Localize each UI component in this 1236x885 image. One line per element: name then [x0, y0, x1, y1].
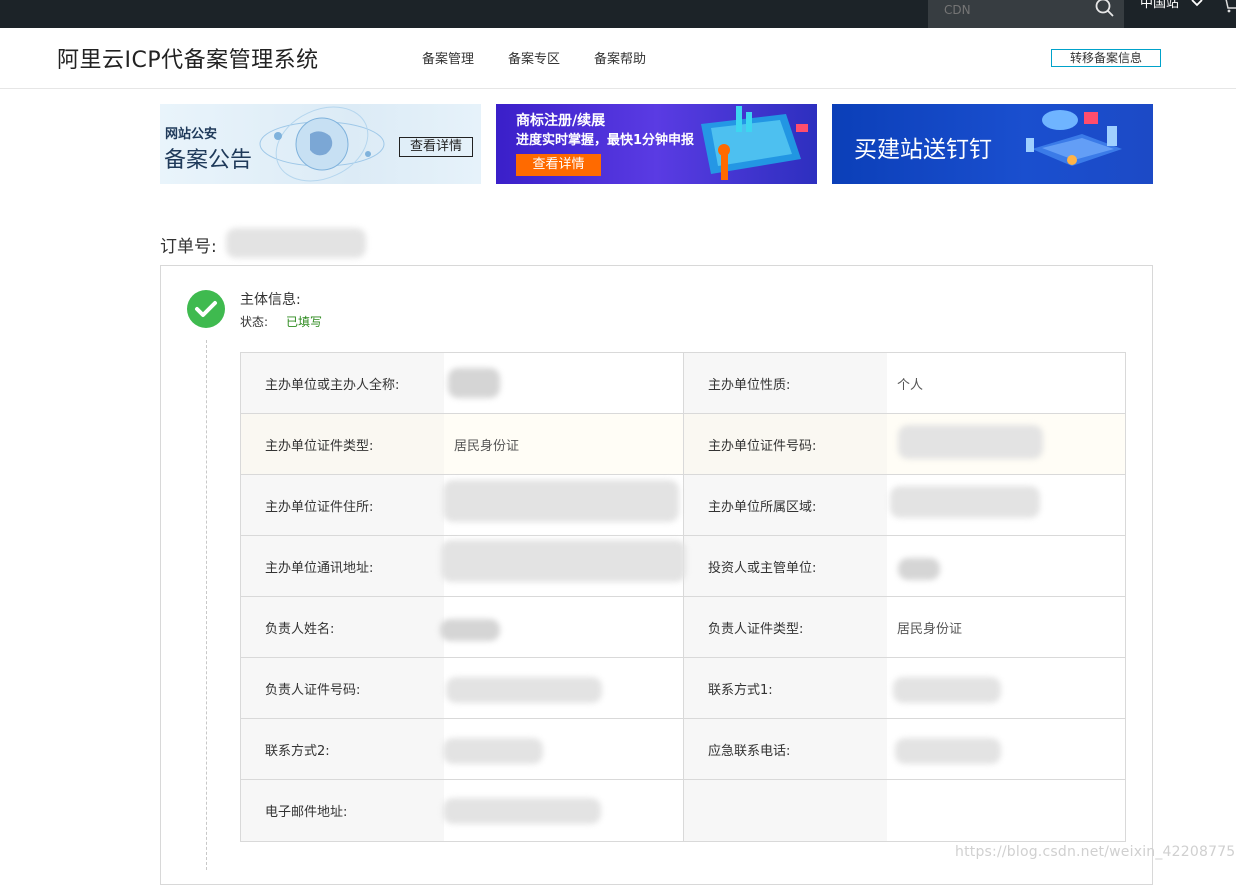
banner-announcement-button[interactable]: 查看详情 — [399, 137, 473, 157]
section-title: 主体信息: — [240, 292, 301, 308]
redacted-order-number — [226, 228, 366, 258]
watermark: https://blog.csdn.net/weixin_42208775 — [955, 844, 1236, 860]
banner-trademark-title: 商标注册/续展 — [516, 113, 606, 129]
cart-icon[interactable] — [1222, 0, 1236, 13]
field-label: 主办单位所属区域: — [684, 475, 887, 535]
status-label: 状态: — [240, 315, 269, 329]
banner-trademark-subtitle: 进度实时掌握，最快1分钟申报 — [516, 133, 695, 148]
order-number-label: 订单号: — [160, 237, 217, 257]
field-label: 应急联系电话: — [684, 719, 887, 779]
redacted-value — [441, 540, 686, 582]
field-label: 主办单位通讯地址: — [241, 536, 444, 596]
nav-record-help[interactable]: 备案帮助 — [594, 48, 646, 67]
field-label: 主办单位证件住所: — [241, 475, 444, 535]
field-value: 个人 — [887, 353, 1125, 413]
redacted-value — [893, 677, 1001, 703]
redacted-value — [443, 738, 543, 764]
field-value: 居民身份证 — [887, 597, 1125, 657]
banner-trademark[interactable]: 商标注册/续展 进度实时掌握，最快1分钟申报 查看详情 — [496, 104, 817, 184]
redacted-value — [443, 798, 601, 824]
redacted-value — [446, 677, 602, 703]
table-row: 负责人姓名: 负责人证件类型: 居民身份证 — [241, 597, 1125, 658]
table-row: 电子邮件地址: — [241, 780, 1125, 841]
field-label: 主办单位证件号码: — [684, 414, 887, 474]
field-label: 主办单位证件类型: — [241, 414, 444, 474]
timeline-line — [206, 340, 207, 870]
search-icon[interactable] — [1094, 0, 1116, 19]
banner-website-build[interactable]: 买建站送钉钉 — [832, 104, 1153, 184]
redacted-value — [448, 368, 500, 398]
field-value: 居民身份证 — [444, 414, 683, 474]
field-label: 负责人证件类型: — [684, 597, 887, 657]
redacted-value — [898, 425, 1043, 459]
banner-announcement-title: 备案公告 — [164, 148, 253, 173]
field-label — [684, 780, 887, 841]
status-value: 已填写 — [286, 315, 323, 329]
redacted-value — [440, 619, 500, 641]
field-label: 主办单位性质: — [684, 353, 887, 413]
redacted-value — [443, 480, 679, 522]
transfer-record-button[interactable]: 转移备案信息 — [1051, 49, 1161, 67]
banner-announcement[interactable]: 网站公安 备案公告 查看详情 — [160, 104, 481, 184]
page-title: 阿里云ICP代备案管理系统 — [57, 48, 319, 73]
field-label: 负责人姓名: — [241, 597, 444, 657]
field-value — [887, 780, 1125, 841]
nav-record-management[interactable]: 备案管理 — [422, 48, 474, 67]
field-label: 联系方式2: — [241, 719, 444, 779]
check-circle-icon — [187, 290, 225, 328]
header: 阿里云ICP代备案管理系统 备案管理 备案专区 备案帮助 转移备案信息 — [0, 28, 1236, 89]
search-input[interactable] — [928, 0, 1088, 28]
banner-website-build-title: 买建站送钉钉 — [854, 137, 992, 163]
field-label: 主办单位或主办人全称: — [241, 353, 444, 413]
field-label: 联系方式1: — [684, 658, 887, 718]
redacted-value — [895, 738, 1001, 764]
redacted-value — [898, 558, 940, 580]
search-box[interactable] — [928, 0, 1124, 28]
field-label: 负责人证件号码: — [241, 658, 444, 718]
table-row: 主办单位或主办人全称: 主办单位性质: 个人 — [241, 353, 1125, 414]
nav-record-zone[interactable]: 备案专区 — [508, 48, 560, 67]
top-bar: 中国站 — [0, 0, 1236, 28]
banner-trademark-button[interactable]: 查看详情 — [516, 154, 601, 176]
banner-announcement-small: 网站公安 — [165, 127, 218, 142]
redacted-value — [890, 486, 1040, 518]
region-selector[interactable]: 中国站 — [1140, 0, 1179, 14]
chevron-down-icon[interactable] — [1190, 0, 1204, 10]
field-label: 电子邮件地址: — [241, 780, 444, 841]
field-label: 投资人或主管单位: — [684, 536, 887, 596]
